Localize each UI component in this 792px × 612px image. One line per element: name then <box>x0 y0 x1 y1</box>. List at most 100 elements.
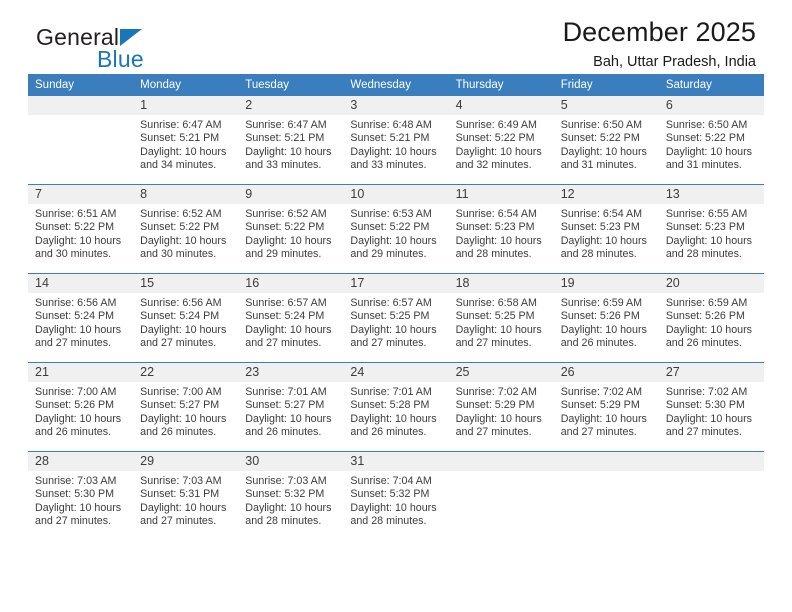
calendar-weeks: 1 2 3 4 5 6 Sunrise: 6:47 AM Sunset: 5:21 PM Day… <box>28 96 764 540</box>
day-detail-line: Daylight: 10 hours <box>665 412 752 425</box>
day-detail-line: Sunset: 5:29 PM <box>455 399 535 412</box>
day-number[interactable]: 12 <box>554 185 659 204</box>
day-number[interactable]: 17 <box>343 274 448 293</box>
day-number[interactable]: 19 <box>554 274 659 293</box>
day-cell[interactable]: Sunrise: 7:00 AM Sunset: 5:26 PM Daylight:… <box>28 382 133 451</box>
day-detail-line: Sunrise: 6:53 AM <box>350 208 432 220</box>
day-number[interactable]: 14 <box>28 274 133 293</box>
day-number[interactable]: 22 <box>133 363 238 382</box>
general-blue-logo[interactable]: General Blue <box>36 26 144 71</box>
day-cell[interactable]: Sunrise: 6:57 AM Sunset: 5:24 PM Daylight:… <box>238 293 343 362</box>
day-number[interactable]: 7 <box>28 185 133 204</box>
day-detail-line: Sunrise: 6:54 AM <box>560 208 643 220</box>
brand-name-general: General <box>36 24 120 50</box>
day-number[interactable]: 18 <box>449 274 554 293</box>
day-number[interactable]: 11 <box>449 185 554 204</box>
day-detail-line: and 26 minutes. <box>665 337 742 350</box>
day-cell[interactable]: Sunrise: 7:02 AM Sunset: 5:29 PM Daylight:… <box>554 382 659 451</box>
day-number[interactable]: 21 <box>28 363 133 382</box>
day-detail-line: Daylight: 10 hours <box>350 501 437 514</box>
day-cell[interactable]: Sunrise: 6:56 AM Sunset: 5:24 PM Daylight:… <box>28 293 133 362</box>
day-number[interactable]: 10 <box>343 185 448 204</box>
day-number[interactable]: 2 <box>238 96 343 115</box>
day-cell-empty <box>554 471 659 540</box>
day-number[interactable]: 4 <box>449 96 554 115</box>
day-cell[interactable]: Sunrise: 6:53 AM Sunset: 5:22 PM Daylight:… <box>343 204 448 273</box>
day-detail-line: Daylight: 10 hours <box>245 145 332 158</box>
day-cell[interactable]: Sunrise: 6:50 AM Sunset: 5:22 PM Daylight:… <box>659 115 764 184</box>
day-detail-line: Sunrise: 6:57 AM <box>245 297 327 309</box>
day-number[interactable]: 15 <box>133 274 238 293</box>
day-cell[interactable]: Sunrise: 7:02 AM Sunset: 5:29 PM Daylight:… <box>449 382 554 451</box>
day-detail-line: Daylight: 10 hours <box>665 145 752 158</box>
day-detail-line: Sunset: 5:25 PM <box>455 310 535 323</box>
day-cell[interactable]: Sunrise: 6:49 AM Sunset: 5:22 PM Daylight:… <box>449 115 554 184</box>
day-detail-line: and 27 minutes. <box>350 337 427 350</box>
day-number[interactable]: 5 <box>554 96 659 115</box>
weekday-header-row: Sunday Monday Tuesday Wednesday Thursday Frid… <box>28 74 764 96</box>
day-number[interactable]: 13 <box>659 185 764 204</box>
day-cell[interactable]: Sunrise: 6:54 AM Sunset: 5:23 PM Daylight:… <box>554 204 659 273</box>
day-detail-line: Sunset: 5:24 PM <box>35 310 115 323</box>
day-cell[interactable]: Sunrise: 6:51 AM Sunset: 5:22 PM Daylight:… <box>28 204 133 273</box>
day-detail-line: Sunset: 5:32 PM <box>245 488 325 501</box>
day-detail-line: Daylight: 10 hours <box>665 234 752 247</box>
day-detail-line: Sunset: 5:22 PM <box>35 221 115 234</box>
weekday-header-friday: Friday <box>560 79 593 91</box>
day-detail-line: and 31 minutes. <box>665 159 742 172</box>
day-number[interactable]: 6 <box>659 96 764 115</box>
day-detail-line: Sunset: 5:27 PM <box>245 399 325 412</box>
day-detail-line: Sunrise: 6:49 AM <box>455 119 537 131</box>
day-number[interactable]: 31 <box>343 452 448 471</box>
day-detail-line: and 26 minutes. <box>140 426 217 439</box>
day-cell[interactable]: Sunrise: 6:57 AM Sunset: 5:25 PM Daylight:… <box>343 293 448 362</box>
day-number[interactable]: 20 <box>659 274 764 293</box>
day-number[interactable]: 26 <box>554 363 659 382</box>
day-number[interactable]: 16 <box>238 274 343 293</box>
day-cell[interactable]: Sunrise: 6:48 AM Sunset: 5:21 PM Daylight:… <box>343 115 448 184</box>
day-detail-line: Sunrise: 6:52 AM <box>140 208 222 220</box>
day-cell[interactable]: Sunrise: 6:50 AM Sunset: 5:22 PM Daylight:… <box>554 115 659 184</box>
day-cell[interactable]: Sunrise: 6:55 AM Sunset: 5:23 PM Daylight:… <box>659 204 764 273</box>
day-detail-line: and 27 minutes. <box>245 337 322 350</box>
day-number[interactable]: 8 <box>133 185 238 204</box>
day-cell[interactable]: Sunrise: 6:59 AM Sunset: 5:26 PM Daylight:… <box>554 293 659 362</box>
day-cell[interactable]: Sunrise: 7:03 AM Sunset: 5:32 PM Daylight:… <box>238 471 343 540</box>
day-cell[interactable]: Sunrise: 7:03 AM Sunset: 5:30 PM Daylight:… <box>28 471 133 540</box>
day-detail-line: Sunrise: 7:03 AM <box>35 475 117 487</box>
day-detail-line: Daylight: 10 hours <box>245 234 332 247</box>
week-detail-band: Sunrise: 6:47 AM Sunset: 5:21 PM Daylight:… <box>28 115 764 184</box>
week-daynumber-band: 21 22 23 24 25 26 27 <box>28 363 764 382</box>
day-number[interactable]: 28 <box>28 452 133 471</box>
day-cell[interactable]: Sunrise: 7:03 AM Sunset: 5:31 PM Daylight:… <box>133 471 238 540</box>
day-cell[interactable]: Sunrise: 6:47 AM Sunset: 5:21 PM Daylight:… <box>238 115 343 184</box>
day-cell[interactable]: Sunrise: 7:04 AM Sunset: 5:32 PM Daylight:… <box>343 471 448 540</box>
day-detail-line: Sunset: 5:23 PM <box>560 221 640 234</box>
day-number[interactable]: 23 <box>238 363 343 382</box>
day-cell[interactable]: Sunrise: 6:54 AM Sunset: 5:23 PM Daylight:… <box>449 204 554 273</box>
brand-name-blue: Blue <box>97 46 144 72</box>
day-detail-line: and 26 minutes. <box>560 337 637 350</box>
day-number[interactable]: 1 <box>133 96 238 115</box>
day-number[interactable]: 27 <box>659 363 764 382</box>
day-cell[interactable]: Sunrise: 6:56 AM Sunset: 5:24 PM Daylight:… <box>133 293 238 362</box>
day-number[interactable]: 3 <box>343 96 448 115</box>
day-cell[interactable]: Sunrise: 7:02 AM Sunset: 5:30 PM Daylight:… <box>659 382 764 451</box>
day-cell[interactable]: Sunrise: 6:52 AM Sunset: 5:22 PM Daylight:… <box>133 204 238 273</box>
day-cell[interactable]: Sunrise: 7:01 AM Sunset: 5:27 PM Daylight:… <box>238 382 343 451</box>
day-cell[interactable]: Sunrise: 6:52 AM Sunset: 5:22 PM Daylight:… <box>238 204 343 273</box>
day-number[interactable]: 29 <box>133 452 238 471</box>
day-detail-line: Sunset: 5:31 PM <box>140 488 220 501</box>
day-cell[interactable]: Sunrise: 6:58 AM Sunset: 5:25 PM Daylight:… <box>449 293 554 362</box>
day-number[interactable]: 30 <box>238 452 343 471</box>
day-cell[interactable]: Sunrise: 7:01 AM Sunset: 5:28 PM Daylight:… <box>343 382 448 451</box>
day-cell[interactable]: Sunrise: 7:00 AM Sunset: 5:27 PM Daylight:… <box>133 382 238 451</box>
calendar-week-row: 1 2 3 4 5 6 Sunrise: 6:47 AM Sunset: 5:21 PM Day… <box>28 96 764 184</box>
day-number[interactable]: 25 <box>449 363 554 382</box>
day-cell[interactable]: Sunrise: 6:59 AM Sunset: 5:26 PM Daylight:… <box>659 293 764 362</box>
day-detail-line: Sunrise: 6:52 AM <box>245 208 327 220</box>
day-cell[interactable]: Sunrise: 6:47 AM Sunset: 5:21 PM Daylight:… <box>133 115 238 184</box>
day-number[interactable]: 9 <box>238 185 343 204</box>
day-number[interactable]: 24 <box>343 363 448 382</box>
brand-name-top: General <box>36 24 142 50</box>
